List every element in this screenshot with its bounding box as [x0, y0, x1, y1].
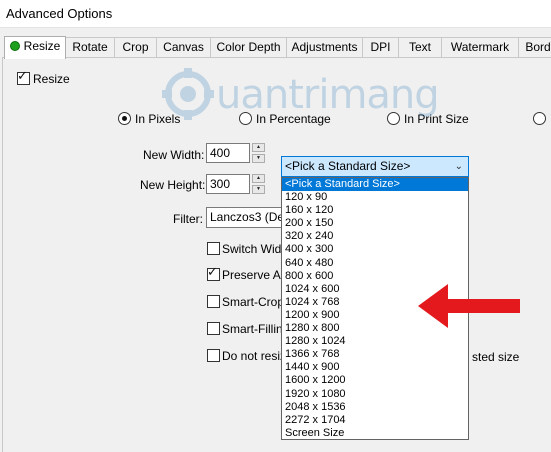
dropdown-option[interactable]: 400 x 300	[282, 243, 468, 256]
preserve-aspect-checkbox[interactable]: ✓	[207, 265, 220, 281]
dropdown-option[interactable]: 200 x 150	[282, 217, 468, 230]
filter-label: Filter:	[173, 212, 203, 226]
tab-resize[interactable]: Resize	[4, 36, 66, 59]
watermark-logo: uantrimang	[160, 66, 440, 122]
radio-selected-dot	[122, 116, 127, 121]
smart-filling-label: Smart-Filling	[222, 322, 290, 336]
tab-canvas[interactable]: Canvas	[156, 37, 211, 58]
do-not-resize-checkbox[interactable]	[207, 349, 220, 362]
tab-label: Resize	[23, 39, 61, 53]
chevron-down-icon: ⌄	[454, 161, 463, 172]
dropdown-option[interactable]: 1920 x 1080	[282, 388, 468, 401]
tab-strip: Resize Rotate Crop Canvas Color Depth Ad…	[0, 36, 551, 59]
tab-text[interactable]: Text	[398, 37, 442, 58]
title-bar: Advanced Options	[0, 0, 551, 28]
tab-watermark[interactable]: Watermark	[441, 37, 519, 58]
smart-filling-checkbox[interactable]	[207, 322, 220, 335]
filter-value: Lanczos3 (Defa	[210, 210, 286, 224]
filter-select[interactable]: Lanczos3 (Defa	[206, 207, 286, 228]
watermark-gear-icon	[162, 68, 214, 120]
radio-other[interactable]	[533, 112, 546, 125]
do-not-resize-trailing-text: sted size	[472, 350, 520, 364]
dropdown-option[interactable]: 1600 x 1200	[282, 374, 468, 387]
tab-border[interactable]: Bord	[518, 37, 551, 58]
spin-down-icon[interactable]: ▼	[252, 185, 265, 194]
smart-cropping-checkbox[interactable]	[207, 295, 220, 308]
dropdown-option[interactable]: 2272 x 1704	[282, 414, 468, 427]
tab-crop[interactable]: Crop	[114, 37, 157, 58]
dropdown-option[interactable]: 640 x 480	[282, 257, 468, 270]
red-arrow-icon	[418, 284, 520, 328]
new-width-label: New Width:	[143, 148, 205, 162]
checkmark-icon: ✓	[207, 265, 218, 280]
spin-up-icon[interactable]: ▲	[252, 174, 265, 183]
new-width-input[interactable]: 400	[206, 143, 250, 163]
window-title: Advanced Options	[6, 6, 113, 21]
watermark-text: uantrimang	[216, 72, 440, 118]
height-spinner[interactable]: ▲ ▼	[252, 174, 266, 194]
tab-label: Text	[408, 40, 431, 54]
tab-adjustments[interactable]: Adjustments	[286, 37, 363, 58]
do-not-resize-label: Do not resiz	[222, 349, 287, 363]
dropdown-option[interactable]: 1440 x 900	[282, 361, 468, 374]
status-dot-icon	[9, 41, 20, 51]
dropdown-option[interactable]: 320 x 240	[282, 230, 468, 243]
spin-up-icon[interactable]: ▲	[252, 143, 265, 152]
tab-label: Bord	[525, 40, 551, 54]
dropdown-option[interactable]: 1280 x 1024	[282, 335, 468, 348]
spin-down-icon[interactable]: ▼	[252, 154, 265, 163]
preserve-aspect-label: Preserve As	[222, 268, 287, 282]
switch-width-height-label: Switch Widtl	[222, 242, 288, 256]
resize-checkbox[interactable]: ✓	[17, 69, 30, 85]
dropdown-option[interactable]: <Pick a Standard Size>	[282, 178, 468, 192]
tab-label: DPI	[370, 40, 391, 54]
radio-in-pixels[interactable]	[118, 112, 131, 125]
dropdown-option[interactable]: Screen Size	[282, 427, 468, 440]
new-height-input[interactable]: 300	[206, 174, 250, 194]
tab-color-depth[interactable]: Color Depth	[210, 37, 287, 58]
tab-label: Adjustments	[291, 40, 358, 54]
tab-label: Color Depth	[216, 40, 281, 54]
dropdown-option[interactable]: 120 x 90	[282, 191, 468, 204]
dropdown-option[interactable]: 1366 x 768	[282, 348, 468, 361]
tab-label: Rotate	[72, 40, 108, 54]
tab-label: Watermark	[450, 40, 510, 54]
standard-size-value: <Pick a Standard Size>	[285, 159, 411, 173]
tab-label: Crop	[122, 40, 149, 54]
width-spinner[interactable]: ▲ ▼	[252, 143, 266, 163]
checkmark-icon: ✓	[17, 69, 28, 84]
tab-rotate[interactable]: Rotate	[65, 37, 115, 58]
new-height-label: New Height:	[140, 178, 206, 192]
dropdown-option[interactable]: 2048 x 1536	[282, 401, 468, 414]
dropdown-option[interactable]: 800 x 600	[282, 270, 468, 283]
standard-size-select[interactable]: <Pick a Standard Size> ⌄	[281, 156, 469, 177]
resize-checkbox-label: Resize	[33, 72, 70, 86]
switch-width-height-checkbox[interactable]	[207, 242, 220, 255]
dropdown-option[interactable]: 160 x 120	[282, 204, 468, 217]
tab-label: Canvas	[163, 40, 204, 54]
tab-dpi[interactable]: DPI	[362, 37, 399, 58]
